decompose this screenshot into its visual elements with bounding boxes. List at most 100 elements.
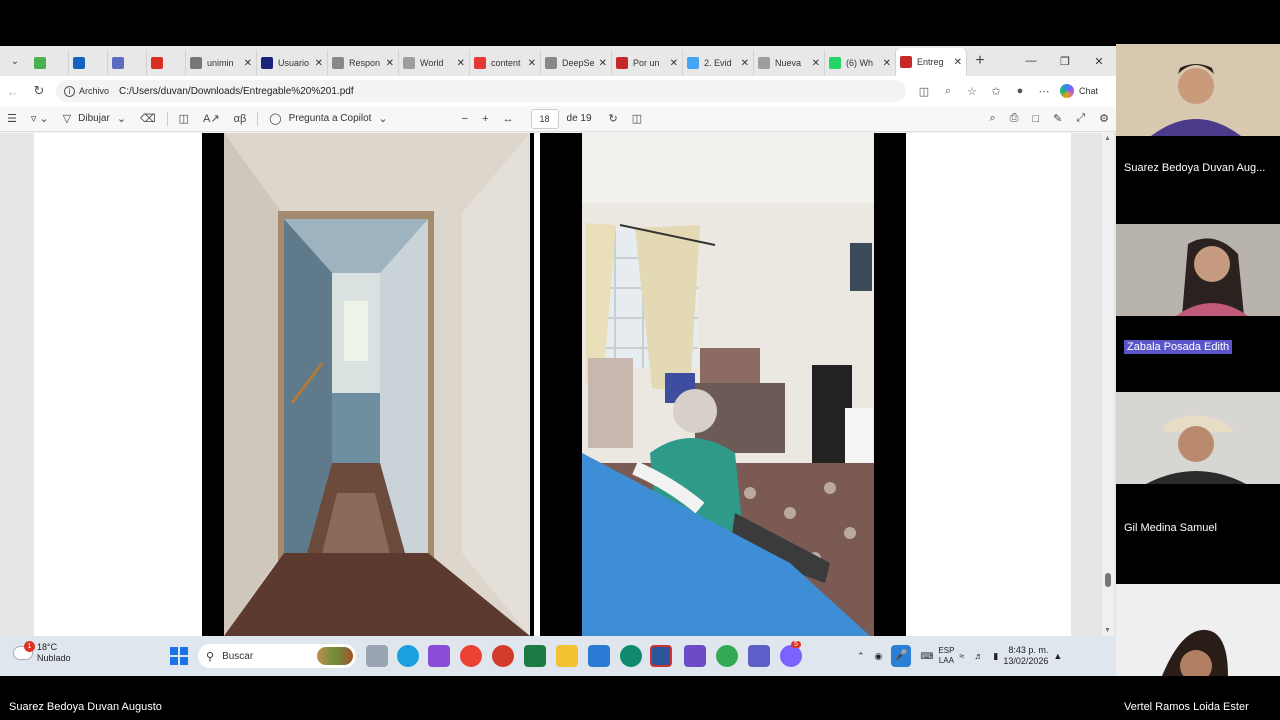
notifications-icon[interactable]: ▲ [1053, 651, 1062, 661]
draw-chevron-icon[interactable]: ⌄ [110, 112, 133, 125]
close-tab-icon[interactable]: ✕ [457, 58, 465, 69]
favorites-icon[interactable]: ✩ [984, 85, 1008, 98]
language-indicator[interactable]: ESP LAA [938, 646, 954, 666]
vertical-scrollbar[interactable]: ▲ ▼ [1102, 133, 1114, 636]
info-icon[interactable]: i [64, 85, 75, 97]
back-icon[interactable]: ← [0, 84, 26, 99]
scroll-up-icon[interactable]: ▲ [1104, 135, 1111, 142]
close-window-icon[interactable]: ✕ [1082, 46, 1116, 76]
save-as-icon[interactable]: ✎ [1046, 112, 1069, 125]
close-tab-icon[interactable]: ✕ [954, 57, 962, 68]
browser-tab[interactable]: World ✕ [399, 50, 470, 76]
participant-tile[interactable]: Suarez Bedoya Duvan Aug... [1116, 44, 1280, 224]
profile-icon[interactable]: ● [1008, 85, 1032, 97]
zoom-out-icon[interactable]: − [455, 113, 475, 125]
keyboard-icon[interactable]: ⌨ [920, 651, 933, 662]
pdf-viewer[interactable]: ▲ ▼ [0, 133, 1116, 636]
tab-active[interactable]: Entreg ✕ [896, 48, 967, 76]
excel-icon[interactable] [524, 645, 546, 667]
new-tab-button[interactable]: + [967, 52, 993, 70]
powerbi-icon[interactable] [684, 645, 706, 667]
more-menu-icon[interactable]: ⋯ [1032, 85, 1056, 98]
close-tab-icon[interactable]: ✕ [599, 58, 607, 69]
file-explorer-icon[interactable] [556, 645, 578, 667]
browser-tab[interactable]: 2. Evid ✕ [683, 50, 754, 76]
volume-icon[interactable]: ♬ [974, 651, 983, 661]
read-aloud-icon[interactable]: ◫ [912, 85, 936, 98]
close-tab-icon[interactable]: ✕ [741, 58, 749, 69]
clock[interactable]: 8:43 p. m. 13/02/2026 [1003, 645, 1048, 667]
word-icon[interactable] [650, 645, 672, 667]
edge-dev-icon[interactable] [620, 645, 642, 667]
participant-tile[interactable]: Zabala Posada Edith [1116, 224, 1280, 392]
copilot-chat-button[interactable]: Chat [1060, 84, 1098, 98]
rotate-icon[interactable]: ↻ [602, 112, 625, 125]
task-view-icon[interactable] [366, 645, 388, 667]
favorite-star-icon[interactable]: ☆ [960, 85, 984, 98]
maximize-icon[interactable]: ❐ [1048, 46, 1082, 76]
browser-tab[interactable] [30, 50, 69, 76]
scroll-thumb[interactable] [1105, 573, 1111, 587]
eraser-icon[interactable]: ⌫ [133, 112, 163, 125]
draw-label[interactable]: Dibujar [78, 113, 110, 124]
browser-tab[interactable]: (6) Wh ✕ [825, 50, 896, 76]
page-number-input[interactable]: 18 [530, 108, 559, 129]
browser-tab[interactable]: content ✕ [470, 50, 541, 76]
close-tab-icon[interactable]: ✕ [244, 58, 252, 69]
two-page-icon[interactable]: ◫ [625, 112, 649, 125]
chevron-up-icon[interactable]: ⌃ [857, 651, 865, 662]
security-icon[interactable]: ◉ [875, 651, 883, 662]
browser-tab[interactable]: Usuario ✕ [257, 50, 328, 76]
participant-tile[interactable] [1116, 584, 1280, 680]
save-icon[interactable]: □ [1025, 113, 1046, 125]
zoom-in-icon[interactable]: + [475, 113, 495, 125]
copilot-pdf-icon[interactable]: ◯ [262, 112, 288, 125]
browser-tab[interactable]: Nueva ✕ [754, 50, 825, 76]
browser-tab[interactable] [108, 50, 147, 76]
browser-tab[interactable]: Por un ✕ [612, 50, 683, 76]
browser-tab[interactable]: DeepSe ✕ [541, 50, 612, 76]
highlight-icon[interactable]: ▿ ⌄ [24, 112, 56, 125]
chrome-profile-icon[interactable] [716, 645, 738, 667]
windows-start-icon[interactable] [170, 647, 188, 665]
battery-icon[interactable]: ▮ [993, 651, 998, 662]
close-tab-icon[interactable]: ✕ [315, 58, 323, 69]
page-view-icon[interactable]: ◫ [172, 112, 196, 125]
close-tab-icon[interactable]: ✕ [812, 58, 820, 69]
chrome-icon[interactable] [460, 645, 482, 667]
browser-tab[interactable] [69, 50, 108, 76]
minimize-icon[interactable]: — [1014, 46, 1048, 76]
copilot-app-icon[interactable] [428, 645, 450, 667]
find-icon[interactable]: ⌕ [982, 112, 1002, 125]
ask-copilot-label[interactable]: Pregunta a Copilot [289, 113, 372, 124]
edge-icon[interactable] [397, 645, 419, 667]
scroll-down-icon[interactable]: ▼ [1104, 627, 1111, 634]
browser-tab[interactable]: unimin ✕ [186, 50, 257, 76]
print-icon[interactable]: ⎙ [1003, 112, 1026, 125]
mail-app-icon[interactable] [588, 645, 610, 667]
microphone-icon[interactable]: 🎤 [891, 645, 912, 667]
tab-actions-icon[interactable]: ⌄ [0, 46, 30, 76]
close-tab-icon[interactable]: ✕ [528, 58, 536, 69]
teams-icon[interactable] [748, 645, 770, 667]
read-aloud-pdf-icon[interactable]: A↗ [196, 112, 227, 125]
close-tab-icon[interactable]: ✕ [386, 58, 394, 69]
participant-tile[interactable]: Gil Medina Samuel [1116, 392, 1280, 584]
url-field[interactable]: i Archivo C:/Users/duvan/Downloads/Entre… [56, 80, 906, 102]
taskbar-search[interactable]: ⚲ Buscar [198, 644, 356, 668]
wifi-icon[interactable]: ≈ [959, 651, 964, 661]
settings-icon[interactable]: ⚙ [1092, 112, 1116, 125]
contents-icon[interactable]: ☰ [0, 112, 24, 125]
weather-widget[interactable]: 1 18°C Nublado [14, 641, 71, 664]
fullscreen-icon[interactable]: ⤢ [1069, 112, 1092, 125]
browser-tab[interactable]: Respon ✕ [328, 50, 399, 76]
teams-chat-icon[interactable] [780, 645, 802, 667]
copilot-chevron-icon[interactable]: ⌄ [371, 112, 394, 125]
zoom-icon[interactable]: ⌕ [936, 85, 960, 98]
browser-tab[interactable] [147, 50, 186, 76]
powerpoint-icon[interactable] [492, 645, 514, 667]
close-tab-icon[interactable]: ✕ [670, 58, 678, 69]
reload-icon[interactable]: ↻ [26, 83, 52, 99]
draw-icon[interactable]: ▽ [56, 112, 78, 125]
close-tab-icon[interactable]: ✕ [883, 58, 891, 69]
